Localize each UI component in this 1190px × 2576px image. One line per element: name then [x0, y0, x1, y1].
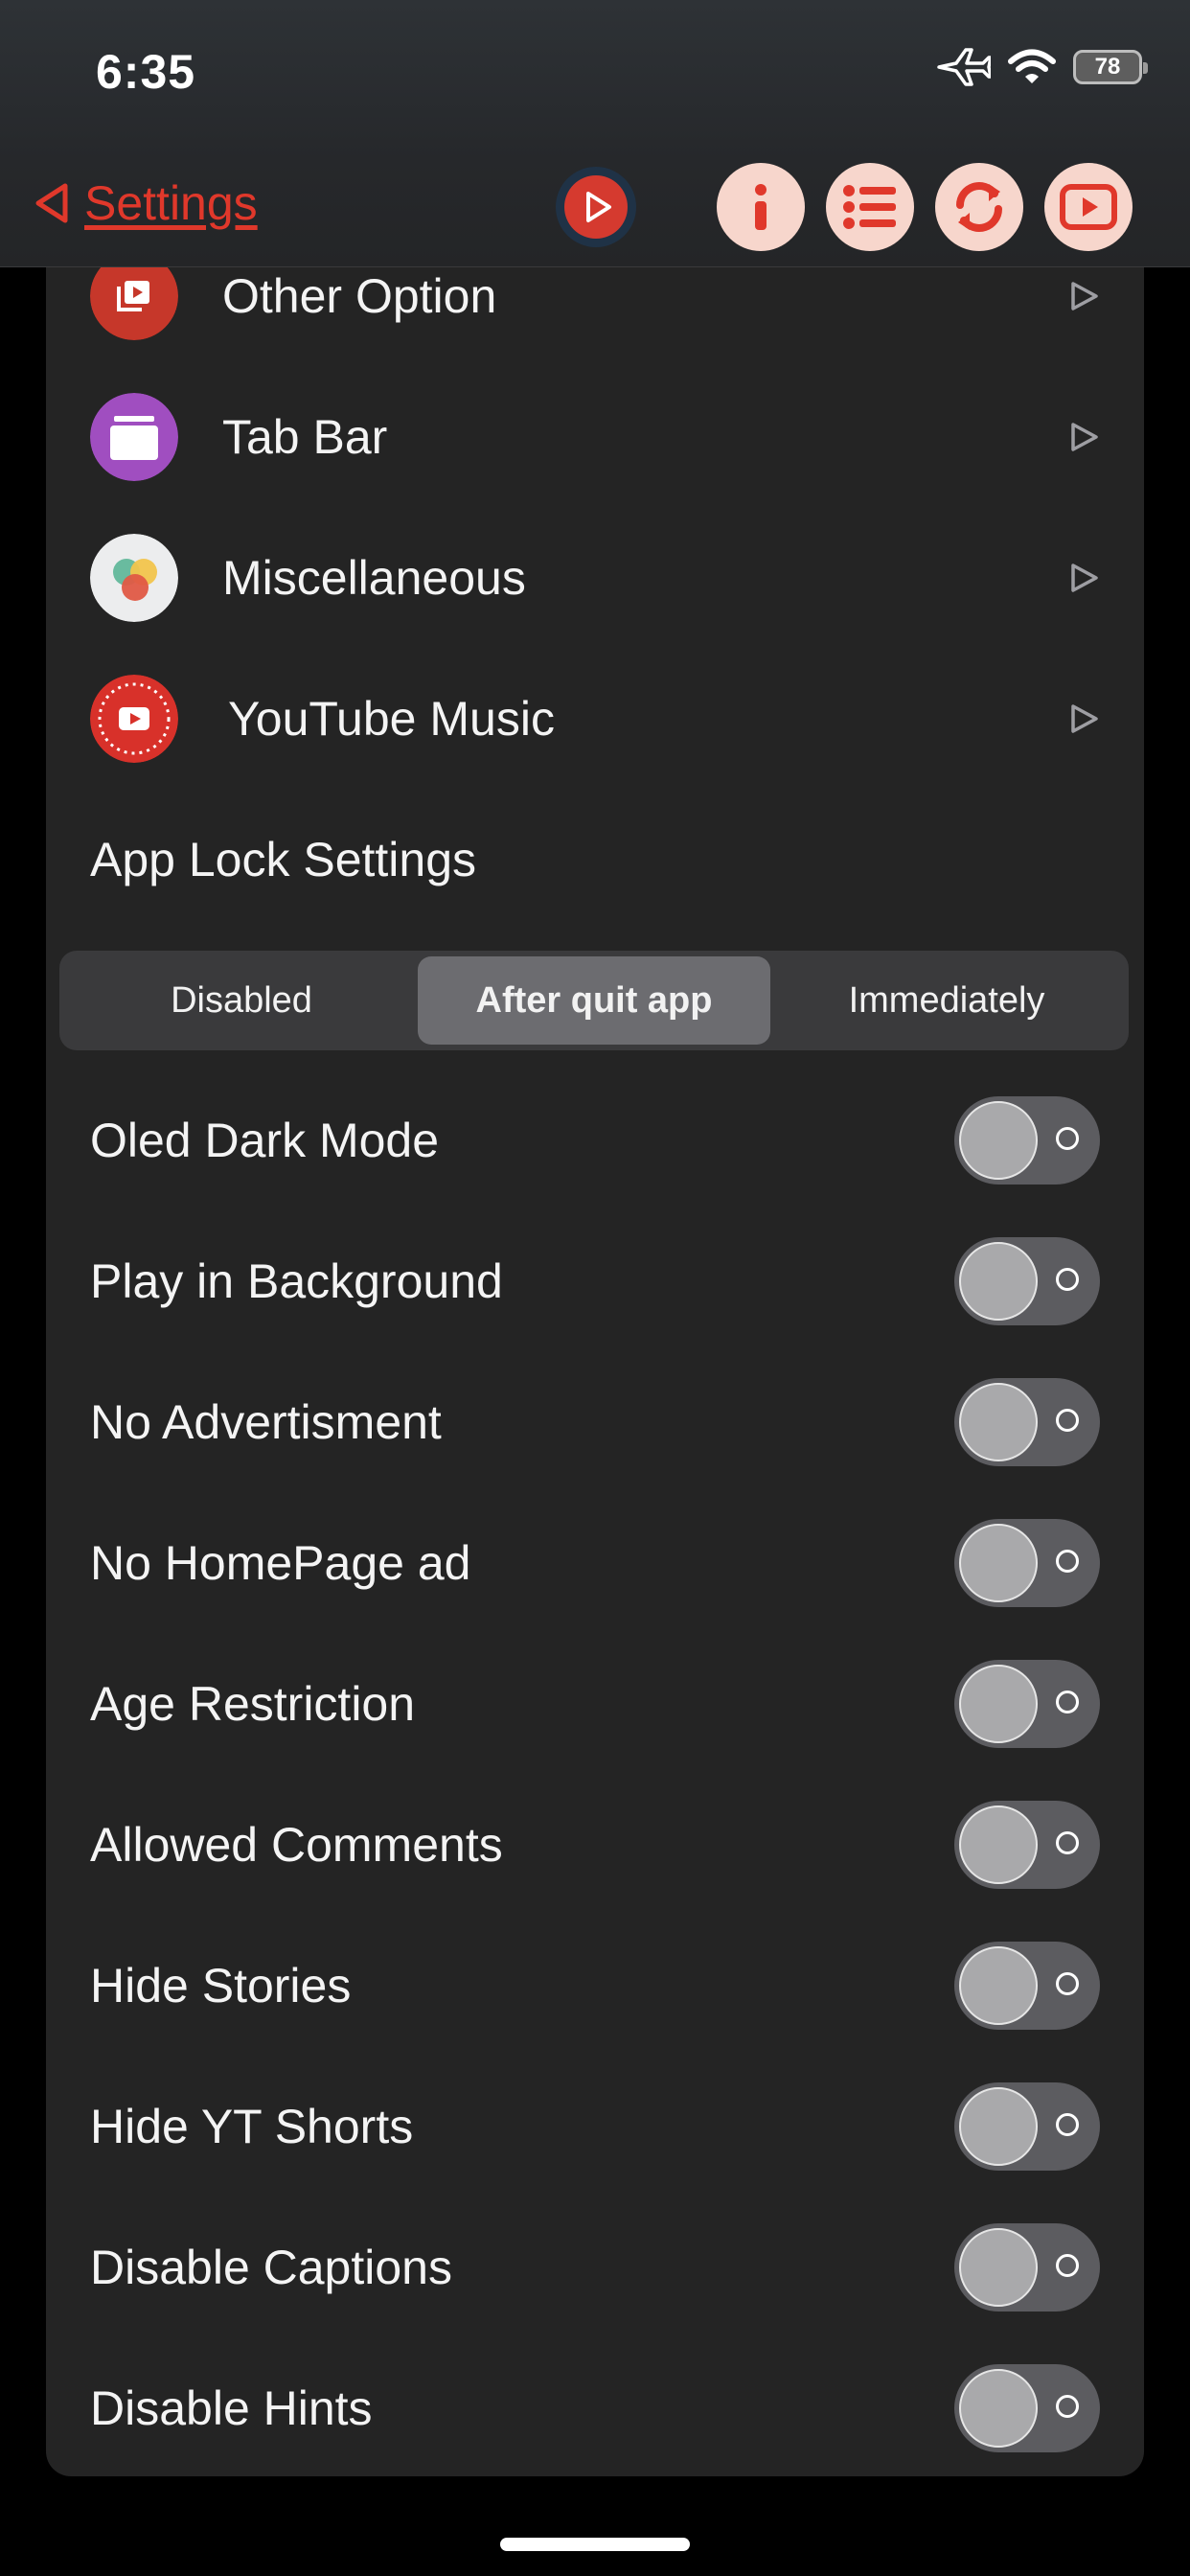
off-indicator-icon	[1056, 2394, 1079, 2418]
youtube-icon	[1060, 184, 1117, 230]
play-in-background-switch[interactable]	[954, 1236, 1100, 1325]
section-title: App Lock Settings	[90, 832, 477, 886]
hide-yt-shorts-switch[interactable]	[954, 2082, 1100, 2171]
status-icons: 78	[935, 46, 1148, 88]
menu-item-miscellaneous[interactable]: Miscellaneous	[46, 507, 1144, 648]
switch-knob	[959, 2227, 1038, 2307]
toggle-label: No Advertisment	[90, 1394, 442, 1449]
youtube-button[interactable]	[1044, 163, 1133, 251]
oled-dark-mode-switch[interactable]	[954, 1095, 1100, 1184]
home-indicator[interactable]	[500, 2538, 690, 2551]
settings-card: Other Option Tab Bar Miscellaneous YouTu…	[46, 266, 1144, 2476]
switch-knob	[959, 1523, 1038, 1602]
battery-icon: 78	[1073, 50, 1148, 84]
switch-knob	[959, 1100, 1038, 1180]
chevron-right-icon	[1071, 422, 1098, 451]
off-indicator-icon	[1056, 2253, 1079, 2277]
allowed-comments-switch[interactable]	[954, 1800, 1100, 1889]
info-button[interactable]	[717, 163, 805, 251]
back-button[interactable]: Settings	[33, 175, 258, 231]
switch-knob	[959, 2368, 1038, 2448]
refresh-icon	[956, 182, 1002, 232]
toggle-row-oled-dark-mode: Oled Dark Mode	[46, 1070, 1144, 1210]
info-icon	[755, 184, 767, 230]
off-indicator-icon	[1056, 1267, 1079, 1291]
menu-item-youtube-music[interactable]: YouTube Music	[46, 648, 1144, 789]
segment-disabled[interactable]: Disabled	[65, 956, 418, 1045]
switch-knob	[959, 2086, 1038, 2166]
off-indicator-icon	[1056, 1690, 1079, 1714]
back-label: Settings	[84, 176, 258, 230]
off-indicator-icon	[1056, 2112, 1079, 2136]
menu-item-label: Tab Bar	[222, 409, 388, 464]
toggle-label: No HomePage ad	[90, 1535, 471, 1590]
toggle-row-disable-hints: Disable Hints	[46, 2337, 1144, 2476]
airplane-icon	[937, 48, 991, 86]
toggle-row-disable-captions: Disable Captions	[46, 2196, 1144, 2337]
battery-level: 78	[1094, 54, 1121, 80]
app-lock-segmented-control: Disabled After quit app Immediately	[59, 951, 1129, 1050]
play-button[interactable]	[556, 167, 636, 247]
off-indicator-icon	[1056, 1126, 1079, 1150]
switch-knob	[959, 1664, 1038, 1743]
switch-knob	[959, 1382, 1038, 1461]
no-advertisment-switch[interactable]	[954, 1377, 1100, 1466]
age-restriction-switch[interactable]	[954, 1659, 1100, 1748]
refresh-button[interactable]	[935, 163, 1023, 251]
list-button[interactable]	[826, 163, 914, 251]
miscellaneous-icon	[90, 533, 178, 622]
toggle-label: Allowed Comments	[90, 1817, 503, 1872]
disable-captions-switch[interactable]	[954, 2222, 1100, 2312]
menu-item-label: YouTube Music	[228, 691, 555, 746]
menu-item-label: Miscellaneous	[222, 550, 526, 605]
toggle-label: Disable Captions	[90, 2240, 452, 2294]
off-indicator-icon	[1056, 1549, 1079, 1573]
switch-knob	[959, 1805, 1038, 1884]
segment-immediately[interactable]: Immediately	[770, 956, 1123, 1045]
other-option-icon	[90, 266, 178, 340]
wifi-icon	[1008, 49, 1056, 83]
disable-hints-switch[interactable]	[954, 2363, 1100, 2452]
switch-knob	[959, 1241, 1038, 1321]
toggle-row-allowed-comments: Allowed Comments	[46, 1774, 1144, 1915]
off-indicator-icon	[1056, 1408, 1079, 1432]
chevron-right-icon	[1071, 281, 1098, 310]
toggle-label: Hide Stories	[90, 1958, 352, 2012]
menu-item-label: Other Option	[222, 268, 497, 323]
toggle-row-no-homepage-ad: No HomePage ad	[46, 1492, 1144, 1633]
status-time: 6:35	[96, 45, 196, 99]
toggle-row-hide-stories: Hide Stories	[46, 1915, 1144, 2056]
off-indicator-icon	[1056, 1830, 1079, 1854]
toggle-label: Hide YT Shorts	[90, 2099, 414, 2153]
no-homepage-ad-switch[interactable]	[954, 1518, 1100, 1607]
toggle-label: Oled Dark Mode	[90, 1113, 440, 1167]
switch-knob	[959, 1945, 1038, 2025]
list-icon	[843, 185, 896, 229]
toggle-row-age-restriction: Age Restriction	[46, 1633, 1144, 1774]
menu-item-other-option[interactable]: Other Option	[46, 266, 1144, 366]
toggle-label: Age Restriction	[90, 1676, 416, 1731]
menu-item-tab-bar[interactable]: Tab Bar	[46, 366, 1144, 507]
chevron-right-icon	[1071, 563, 1098, 592]
toggle-label: Disable Hints	[90, 2380, 373, 2435]
navigation-header: 6:35 78 Settings	[0, 0, 1190, 267]
toggle-row-play-in-background: Play in Background	[46, 1210, 1144, 1351]
off-indicator-icon	[1056, 1971, 1079, 1995]
chevron-right-icon	[1071, 703, 1098, 733]
tab-bar-icon	[90, 392, 178, 481]
toggle-label: Play in Background	[90, 1254, 503, 1308]
play-circle-icon	[564, 175, 628, 239]
back-triangle-icon	[35, 183, 68, 223]
hide-stories-switch[interactable]	[954, 1941, 1100, 2030]
youtube-music-icon	[90, 674, 178, 763]
app-lock-settings-header: App Lock Settings	[46, 789, 1144, 930]
toggle-row-no-advertisment: No Advertisment	[46, 1351, 1144, 1492]
segment-after-quit-app[interactable]: After quit app	[418, 956, 770, 1045]
toggle-row-hide-yt-shorts: Hide YT Shorts	[46, 2056, 1144, 2196]
